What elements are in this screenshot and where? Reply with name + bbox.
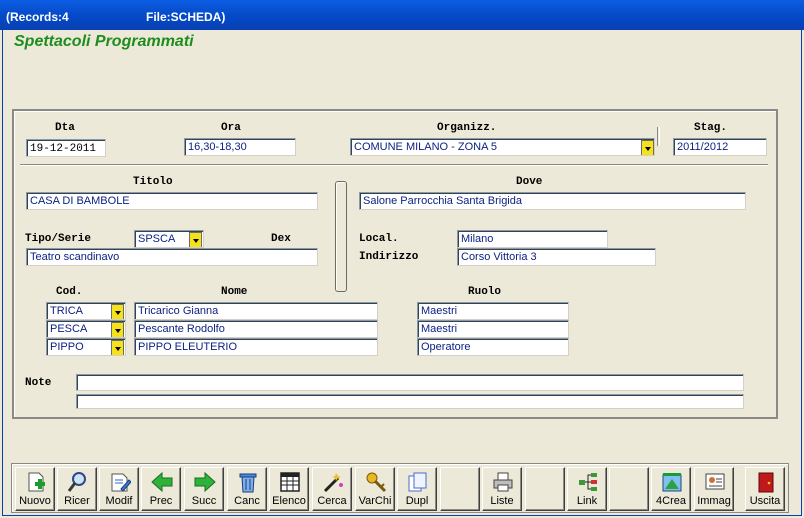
create-icon [662, 473, 682, 492]
records-count: (Records:4 [6, 10, 69, 24]
organizz-value: COMUNE MILANO - ZONA 5 [354, 141, 498, 153]
cerca-button[interactable]: Cerca [312, 467, 352, 511]
ruolo-field[interactable]: Maestri [417, 320, 569, 338]
section-divider [20, 164, 768, 166]
elenco-button[interactable]: Elenco [269, 467, 309, 511]
cod-combo[interactable]: PIPPO [46, 338, 126, 356]
indirizzo-field[interactable]: Corso Vittoria 3 [457, 248, 656, 266]
cod-combo[interactable]: TRICA [46, 302, 126, 320]
file-name: File:SCHEDA) [146, 10, 226, 24]
tipo-combo[interactable]: SPSCA [134, 230, 204, 248]
window-titlebar[interactable]: (Records:4 File:SCHEDA) [0, 0, 804, 30]
duplicate-icon [408, 472, 427, 492]
ruolo-column-header: Ruolo [468, 286, 502, 298]
prec-button[interactable]: Prec [141, 467, 181, 511]
nuovo-button[interactable]: Nuovo [15, 467, 55, 511]
nome-field[interactable]: PIPPO ELEUTERIO [134, 338, 378, 356]
chevron-down-icon[interactable] [189, 232, 202, 247]
varchi-button[interactable]: VarChi [355, 467, 395, 511]
organizz-combo[interactable]: COMUNE MILANO - ZONA 5 [350, 138, 655, 156]
ora-label: Ora [221, 122, 241, 134]
column-splitter [335, 181, 347, 292]
empty-button[interactable] [440, 467, 480, 511]
dupl-button[interactable]: Dupl [397, 467, 437, 511]
nome-field[interactable]: Pescante Rodolfo [134, 320, 378, 338]
local-label: Local. [359, 233, 399, 245]
cod-value: PESCA [50, 323, 88, 335]
stag-field[interactable]: 2011/2012 [673, 138, 767, 156]
link-button[interactable]: Link [567, 467, 607, 511]
dta-field[interactable]: 19-12-2011 [26, 139, 106, 157]
edit-document-icon [111, 473, 131, 492]
liste-button[interactable]: Liste [482, 467, 522, 511]
empty-button[interactable] [609, 467, 649, 511]
grid-list-icon [280, 472, 300, 492]
indirizzo-label: Indirizzo [359, 251, 419, 263]
dove-label: Dove [516, 176, 543, 188]
nome-field[interactable]: Tricarico Gianna [134, 302, 378, 320]
tipo-desc-field[interactable]: Teatro scandinavo [26, 248, 318, 266]
titolo-label: Titolo [133, 176, 173, 188]
modif-button[interactable]: Modif [99, 467, 139, 511]
note-label: Note [25, 377, 52, 389]
cod-column-header: Cod. [56, 286, 83, 298]
chevron-down-icon[interactable] [111, 304, 124, 319]
cod-value: TRICA [50, 305, 83, 317]
local-field[interactable]: Milano [457, 230, 608, 248]
arrow-left-icon [151, 471, 173, 493]
stag-label: Stag. [694, 122, 728, 134]
tree-link-icon [579, 473, 597, 491]
ruolo-field[interactable]: Maestri [417, 302, 569, 320]
exit-door-icon [758, 472, 774, 493]
dta-label: Dta [55, 122, 75, 134]
printer-icon [493, 472, 513, 492]
nome-column-header: Nome [221, 286, 248, 298]
image-card-icon [705, 473, 725, 490]
titolo-field[interactable]: CASA DI BAMBOLE [26, 192, 318, 210]
page-title: Spettacoli Programmati [14, 33, 194, 50]
note-field-1[interactable] [76, 374, 744, 391]
organizz-label: Organizz. [437, 122, 497, 134]
uscita-button[interactable]: Uscita [745, 467, 785, 511]
search-wand-icon [323, 473, 343, 493]
canc-button[interactable]: Canc [227, 467, 267, 511]
trash-icon [239, 473, 257, 493]
arrow-right-icon [194, 471, 216, 493]
ruolo-field[interactable]: Operatore [417, 338, 569, 356]
chevron-down-icon[interactable] [111, 322, 124, 337]
crea-button[interactable]: 4Crea [651, 467, 691, 511]
chevron-down-icon[interactable] [111, 340, 124, 355]
keys-icon [366, 472, 387, 493]
magnifier-icon [67, 472, 86, 492]
dex-label: Dex [271, 233, 291, 245]
note-field-2[interactable] [76, 394, 744, 409]
immag-button[interactable]: Immag [694, 467, 734, 511]
succ-button[interactable]: Succ [184, 467, 224, 511]
cod-value: PIPPO [50, 341, 84, 353]
chevron-down-icon[interactable] [641, 140, 654, 155]
header-separator [657, 127, 660, 146]
empty-button[interactable] [525, 467, 565, 511]
cod-combo[interactable]: PESCA [46, 320, 126, 338]
ricer-button[interactable]: Ricer [57, 467, 97, 511]
tipo-value: SPSCA [138, 233, 176, 245]
dove-field[interactable]: Salone Parrocchia Santa Brigida [359, 192, 746, 210]
new-document-icon [28, 472, 45, 492]
ora-field[interactable]: 16,30-18,30 [184, 138, 296, 156]
tipo-serie-label: Tipo/Serie [25, 233, 92, 245]
